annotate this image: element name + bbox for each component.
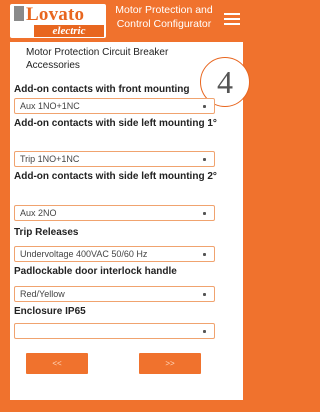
side-left-2-value: Aux 2NO xyxy=(20,208,57,218)
app-title: Motor Protection and Control Configurato… xyxy=(115,4,213,30)
side-left-1-value: Trip 1NO+1NC xyxy=(20,154,80,164)
dropdown-caret-icon xyxy=(203,212,206,215)
dropdown-caret-icon xyxy=(203,158,206,161)
enclosure-select[interactable] xyxy=(14,323,215,339)
back-button[interactable]: << xyxy=(26,353,88,374)
menu-icon-bar xyxy=(224,13,240,15)
logo-mark-icon xyxy=(14,6,24,21)
side-left-1-select[interactable]: Trip 1NO+1NC xyxy=(14,151,215,167)
trip-releases-label: Trip Releases xyxy=(14,227,79,238)
dropdown-caret-icon xyxy=(203,253,206,256)
door-handle-value: Red/Yellow xyxy=(20,289,65,299)
hamburger-menu-icon[interactable] xyxy=(224,13,240,25)
side-left-2-label: Add-on contacts with side left mounting … xyxy=(14,171,217,182)
trip-releases-select[interactable]: Undervoltage 400VAC 50/60 Hz xyxy=(14,246,215,262)
door-handle-label: Padlockable door interlock handle xyxy=(14,266,177,277)
section-title: Motor Protection Circuit Breaker Accesso… xyxy=(26,47,169,71)
next-button[interactable]: >> xyxy=(139,353,201,374)
front-contacts-value: Aux 1NO+1NC xyxy=(20,101,80,111)
menu-icon-bar xyxy=(224,23,240,25)
menu-icon-bar xyxy=(224,18,240,20)
front-contacts-label: Add-on contacts with front mounting xyxy=(14,84,190,95)
lovato-electric-logo[interactable]: Lovato electric xyxy=(10,4,106,38)
enclosure-label: Enclosure IP65 xyxy=(14,306,86,317)
front-contacts-select[interactable]: Aux 1NO+1NC xyxy=(14,98,215,114)
trip-releases-value: Undervoltage 400VAC 50/60 Hz xyxy=(20,249,148,259)
app-header: Lovato electric Motor Protection and Con… xyxy=(0,0,253,42)
door-handle-select[interactable]: Red/Yellow xyxy=(14,286,215,302)
logo-wordmark: Lovato xyxy=(14,5,84,25)
dropdown-caret-icon xyxy=(203,105,206,108)
side-left-2-select[interactable]: Aux 2NO xyxy=(14,205,215,221)
logo-top-text: Lovato xyxy=(26,4,85,25)
logo-subtitle: electric xyxy=(34,25,104,37)
dropdown-caret-icon xyxy=(203,293,206,296)
dropdown-caret-icon xyxy=(203,330,206,333)
side-left-1-label: Add-on contacts with side left mounting … xyxy=(14,118,217,129)
